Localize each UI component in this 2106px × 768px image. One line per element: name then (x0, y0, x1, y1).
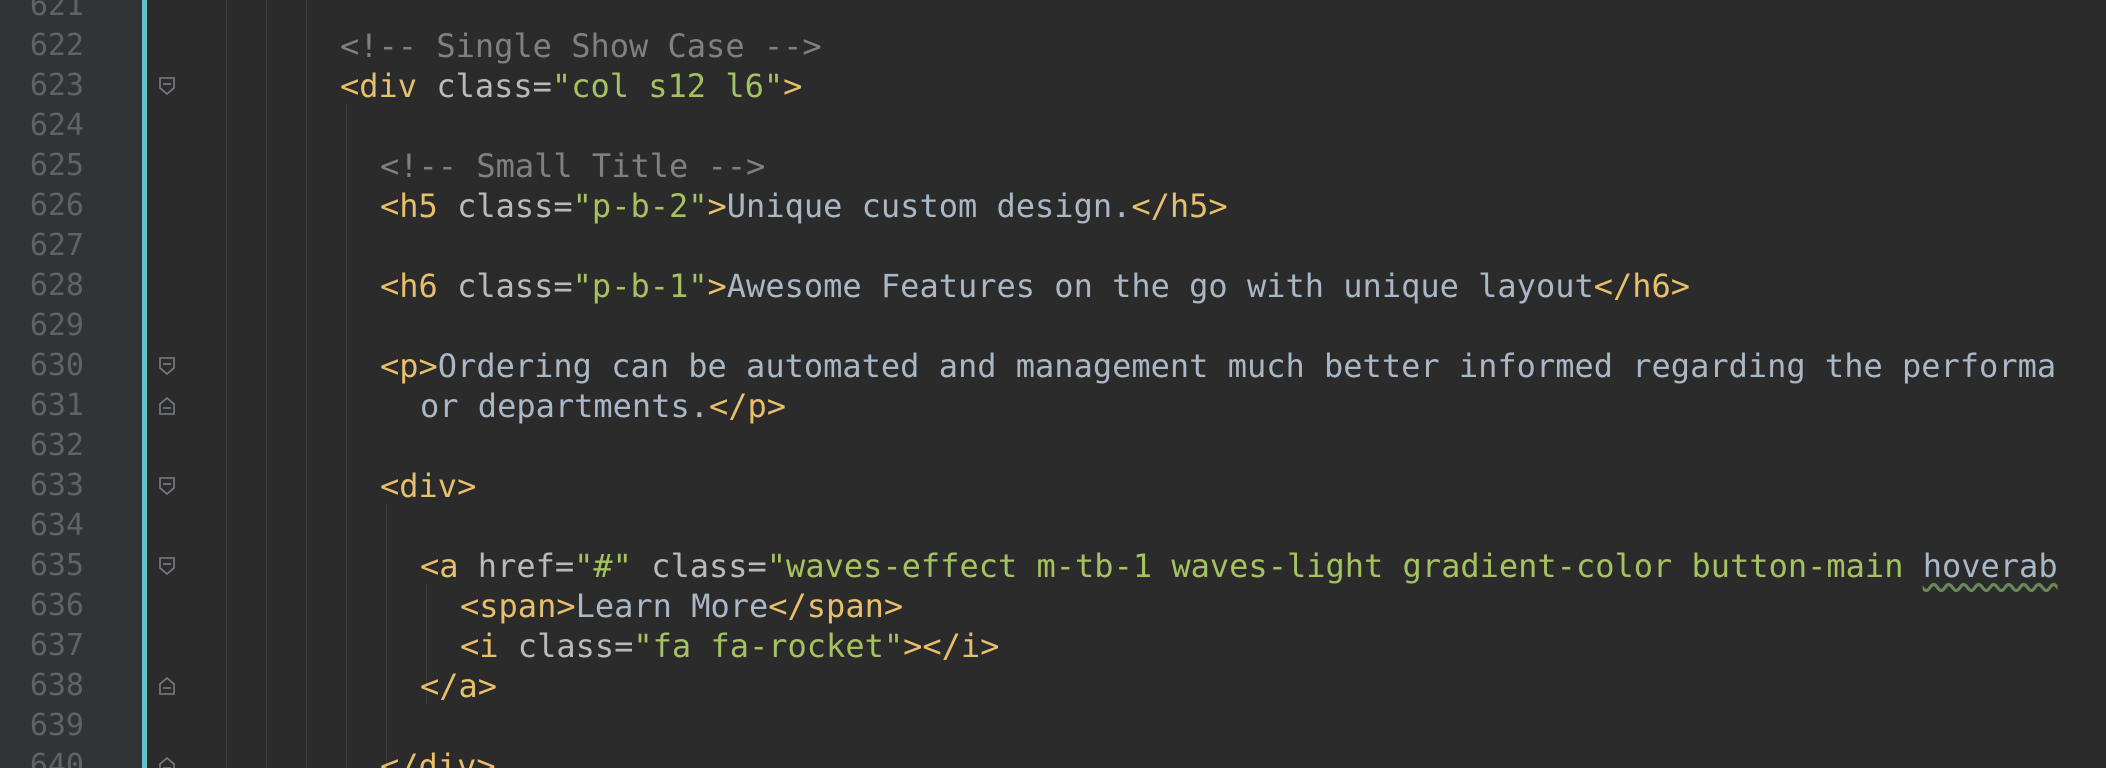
code-text[interactable]: <h5 class="p-b-2">Unique custom design.<… (380, 186, 1228, 226)
code-line[interactable]: 621 (0, 0, 2106, 26)
token-warn: hoverab (1922, 547, 2058, 585)
line-number: 624 (29, 108, 84, 143)
code-line[interactable]: 623 <div class="col s12 l6"> (0, 66, 2106, 106)
code-line[interactable]: 631 or departments.</p> (0, 386, 2106, 426)
code-line[interactable]: 622 <!-- Single Show Case --> (0, 26, 2106, 66)
token-tag: </h6> (1593, 267, 1691, 305)
code-text[interactable]: <div> (380, 466, 476, 506)
line-number: 629 (29, 308, 84, 343)
token-tag: </h5> (1131, 187, 1228, 225)
code-line[interactable]: 636 <span>Learn More</span> (0, 586, 2106, 626)
code-line[interactable]: 637 <i class="fa fa-rocket"></i> (0, 626, 2106, 666)
code-text[interactable]: </a> (420, 666, 497, 706)
token-txt: Awesome Features on the go with unique l… (726, 267, 1594, 305)
line-number: 638 (29, 668, 84, 703)
code-line[interactable]: 632 (0, 426, 2106, 466)
code-line[interactable]: 625 <!-- Small Title --> (0, 146, 2106, 186)
token-attr: class= (457, 187, 573, 225)
code-text[interactable]: <div class="col s12 l6"> (340, 66, 802, 106)
token-attr: href= (477, 547, 575, 585)
token-cmt: <!-- Small Title --> (380, 147, 766, 185)
line-number: 626 (29, 188, 84, 223)
code-text[interactable]: <h6 class="p-b-1">Awesome Features on th… (380, 266, 1690, 306)
token-tag: <div> (380, 467, 477, 505)
code-line[interactable]: 629 (0, 306, 2106, 346)
token-attr: class= (457, 267, 573, 305)
code-text[interactable]: <span>Learn More</span> (460, 586, 903, 626)
token-tag: <div (340, 67, 437, 105)
token-tag: </span> (768, 587, 904, 625)
line-number: 636 (29, 588, 84, 623)
fold-open-icon[interactable] (158, 476, 176, 496)
fold-open-icon[interactable] (158, 356, 176, 376)
token-tag: </div> (380, 747, 496, 768)
token-tag: </p> (708, 387, 787, 425)
code-editor[interactable]: 621 622 <!-- Single Show Case --> 623 <div c… (0, 0, 2106, 768)
fold-open-icon[interactable] (158, 556, 176, 576)
token-txt: Unique custom design. (726, 187, 1132, 225)
token-txt: or departments. (420, 387, 709, 425)
token-tag: <h5 (380, 187, 458, 225)
token-attr: class= (631, 547, 767, 585)
line-number: 621 (29, 0, 84, 23)
token-txt: Learn More (575, 587, 769, 625)
line-number: 628 (29, 268, 84, 303)
code-line[interactable]: 626 <h5 class="p-b-2">Unique custom desig… (0, 186, 2106, 226)
token-tag: > (707, 267, 727, 305)
code-text[interactable]: <a href="#" class="waves-effect m-tb-1 w… (420, 546, 2058, 586)
line-number: 632 (29, 428, 84, 463)
line-number: 631 (29, 388, 84, 423)
fold-close-icon[interactable] (158, 676, 176, 696)
token-val: "waves-effect m-tb-1 waves-light gradien… (766, 547, 1923, 585)
token-val: "fa fa-rocket" (633, 627, 904, 665)
fold-close-icon[interactable] (158, 756, 176, 768)
code-text[interactable]: <i class="fa fa-rocket"></i> (460, 626, 999, 666)
code-line[interactable]: 638 </a> (0, 666, 2106, 706)
token-tag: > (707, 187, 727, 225)
token-tag: <h6 (380, 267, 458, 305)
code-line[interactable]: 624 (0, 106, 2106, 146)
line-number: 625 (29, 148, 84, 183)
token-val: "#" (574, 547, 632, 585)
code-line[interactable]: 628 <h6 class="p-b-1">Awesome Features on… (0, 266, 2106, 306)
line-number: 634 (29, 508, 84, 543)
token-tag: <i (460, 627, 518, 665)
code-line[interactable]: 630 <p>Ordering can be automated and mana… (0, 346, 2106, 386)
code-line[interactable]: 635 <a href="#" class="waves-effect m-tb-… (0, 546, 2106, 586)
code-line[interactable]: 634 (0, 506, 2106, 546)
code-text[interactable]: </div> (380, 746, 496, 768)
line-number: 639 (29, 708, 84, 743)
token-tag: <p> (380, 347, 438, 385)
token-cmt: <!-- Single Show Case --> (340, 27, 822, 65)
code-line[interactable]: 627 (0, 226, 2106, 266)
token-tag: <span> (460, 587, 576, 625)
token-attr: class= (517, 627, 634, 665)
line-number: 630 (29, 348, 84, 383)
line-number: 627 (29, 228, 84, 263)
code-text[interactable]: <!-- Single Show Case --> (340, 26, 822, 66)
line-number: 623 (29, 68, 84, 103)
token-val: "p-b-2" (572, 187, 708, 225)
code-line[interactable]: 633 <div> (0, 466, 2106, 506)
code-line[interactable]: 640 </div> (0, 746, 2106, 768)
line-number: 633 (29, 468, 84, 503)
code-text[interactable]: <p>Ordering can be automated and managem… (380, 346, 2056, 386)
token-val: "p-b-1" (572, 267, 708, 305)
token-tag: ></i> (903, 627, 1000, 665)
code-text[interactable]: or departments.</p> (420, 386, 786, 426)
line-number: 640 (29, 748, 84, 768)
line-number: 622 (29, 28, 84, 63)
fold-close-icon[interactable] (158, 396, 176, 416)
token-tag: <a (420, 547, 478, 585)
token-val: "col s12 l6" (551, 67, 784, 105)
token-tag: </a> (420, 667, 498, 705)
code-line[interactable]: 639 (0, 706, 2106, 746)
code-text[interactable]: <!-- Small Title --> (380, 146, 765, 186)
token-attr: class= (436, 67, 552, 105)
fold-open-icon[interactable] (158, 76, 176, 96)
token-txt: Ordering can be automated and management… (437, 347, 2057, 385)
line-number: 635 (29, 548, 84, 583)
token-tag: > (783, 67, 803, 105)
line-number: 637 (29, 628, 84, 663)
